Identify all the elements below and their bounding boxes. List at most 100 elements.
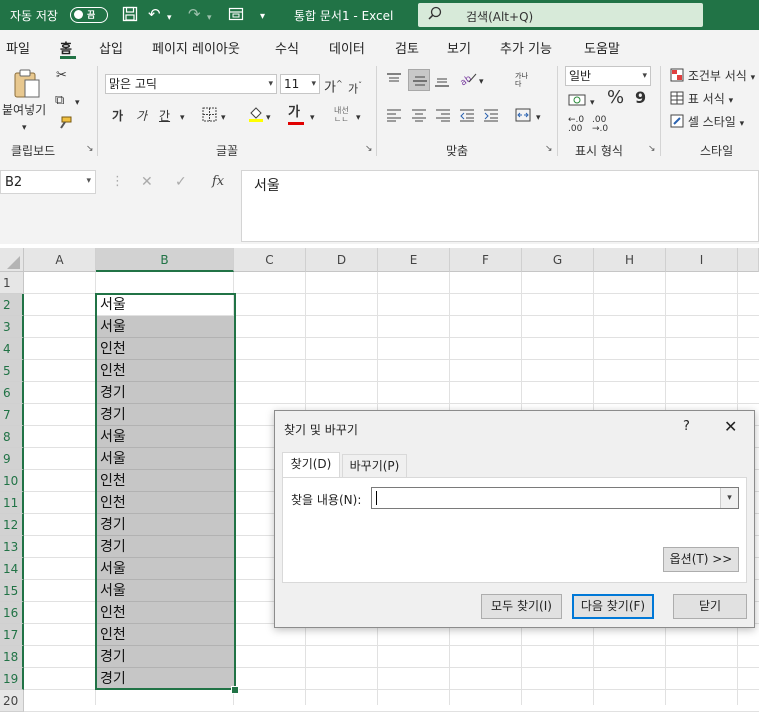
align-middle-icon[interactable] [408, 69, 430, 91]
column-header-b[interactable]: B [96, 248, 234, 272]
number-format-combo[interactable]: 일반 ▾ [565, 66, 651, 86]
search-box[interactable]: 검색(Alt+Q) [418, 3, 703, 27]
column-header-f[interactable]: F [450, 248, 522, 272]
copy-icon[interactable]: ⧉ [55, 93, 64, 109]
chevron-down-icon[interactable]: ▾ [720, 488, 738, 508]
row-header-9[interactable]: 9 [0, 448, 24, 470]
column-header-a[interactable]: A [24, 248, 96, 272]
comma-button[interactable]: 9 [635, 90, 646, 106]
row-header-12[interactable]: 12 [0, 514, 24, 536]
increase-decimal-button[interactable]: ←.0.00 [568, 116, 584, 134]
row-header-16[interactable]: 16 [0, 602, 24, 624]
align-top-icon[interactable] [386, 72, 402, 93]
font-size-combo[interactable]: 11 ▾ [280, 74, 320, 94]
tab-formulas[interactable]: 수식 [275, 38, 299, 57]
close-icon[interactable]: ✕ [724, 417, 737, 436]
fill-color-dropdown-icon[interactable]: ▾ [266, 110, 271, 126]
tab-file[interactable]: 파일 [6, 38, 30, 57]
tab-data[interactable]: 데이터 [329, 38, 365, 57]
font-color-dropdown-icon[interactable]: ▾ [310, 110, 315, 126]
tab-find[interactable]: 찾기(D) [282, 452, 340, 479]
tab-home[interactable]: 홈 [60, 38, 72, 57]
row-header-20[interactable]: 20 [0, 690, 24, 712]
tab-replace[interactable]: 바꾸기(P) [342, 454, 407, 478]
select-all-button[interactable] [0, 248, 24, 272]
fill-handle[interactable] [231, 686, 239, 694]
row-header-19[interactable]: 19 [0, 668, 24, 690]
fill-color-icon[interactable] [248, 105, 264, 128]
undo-dropdown-icon[interactable]: ▾ [167, 10, 172, 26]
find-all-button[interactable]: 모두 찾기(I) [481, 594, 562, 619]
increase-font-button[interactable]: 가^ [324, 76, 343, 96]
save-icon[interactable] [122, 6, 138, 25]
paste-dropdown-icon[interactable]: ▾ [22, 120, 27, 136]
decrease-indent-icon[interactable] [459, 108, 475, 127]
merge-center-icon[interactable] [515, 107, 531, 128]
help-icon[interactable]: ? [683, 419, 690, 434]
align-bottom-icon[interactable] [434, 72, 450, 93]
decrease-font-button[interactable]: 가ˇ [348, 78, 362, 98]
formula-input[interactable]: 서울 [241, 170, 759, 242]
number-launcher-icon[interactable]: ↘ [648, 144, 656, 154]
cell-b20[interactable] [96, 690, 234, 712]
row-header-15[interactable]: 15 [0, 580, 24, 602]
tab-addins[interactable]: 추가 기능 [500, 38, 552, 57]
format-as-table-button[interactable]: 표 서식 ▾ [670, 91, 733, 109]
paste-icon[interactable] [12, 68, 42, 105]
align-center-icon[interactable] [411, 108, 427, 127]
row-header-14[interactable]: 14 [0, 558, 24, 580]
cancel-entry-icon[interactable]: ✕ [141, 174, 153, 190]
phonetic-button[interactable]: 내선 ㄴㄴ [334, 106, 349, 124]
font-color-button[interactable]: 가 [288, 105, 304, 125]
cell-b1[interactable] [96, 272, 234, 294]
insert-function-icon[interactable]: fx [212, 174, 224, 189]
undo-icon[interactable]: ↶ [148, 6, 161, 22]
form-icon[interactable] [228, 6, 244, 25]
find-next-button[interactable]: 다음 찾기(F) [572, 594, 654, 619]
row-header-1[interactable]: 1 [0, 272, 24, 294]
row-header-4[interactable]: 4 [0, 338, 24, 360]
border-icon[interactable] [202, 107, 217, 127]
tab-insert[interactable]: 삽입 [99, 38, 123, 57]
column-header-i[interactable]: I [666, 248, 738, 272]
redo-icon[interactable]: ↷ [188, 6, 201, 22]
confirm-entry-icon[interactable]: ✓ [175, 174, 187, 190]
copy-dropdown-icon[interactable]: ▾ [75, 95, 80, 111]
decrease-decimal-button[interactable]: .00 →.0 [592, 116, 608, 134]
row-header-11[interactable]: 11 [0, 492, 24, 514]
customize-qat-icon[interactable]: ▾ [260, 9, 265, 25]
find-what-input[interactable]: ▾ [371, 487, 739, 509]
font-launcher-icon[interactable]: ↘ [365, 144, 373, 154]
accounting-format-icon[interactable] [568, 93, 586, 112]
options-button[interactable]: 옵션(T) >> [663, 547, 739, 572]
phonetic-dropdown-icon[interactable]: ▾ [356, 110, 361, 126]
redo-dropdown-icon[interactable]: ▾ [207, 10, 212, 26]
row-header-5[interactable]: 5 [0, 360, 24, 382]
merge-dropdown-icon[interactable]: ▾ [536, 110, 541, 126]
tab-help[interactable]: 도움말 [584, 38, 620, 57]
column-header-h[interactable]: H [594, 248, 666, 272]
accounting-dropdown-icon[interactable]: ▾ [590, 95, 595, 111]
row-header-13[interactable]: 13 [0, 536, 24, 558]
tab-page-layout[interactable]: 페이지 레이아웃 [152, 38, 240, 57]
font-name-combo[interactable]: 맑은 고딕 ▾ [105, 74, 277, 94]
underline-dropdown-icon[interactable]: ▾ [180, 110, 185, 126]
increase-indent-icon[interactable] [483, 108, 499, 127]
underline-button[interactable]: 간 [159, 108, 170, 124]
column-header-e[interactable]: E [378, 248, 450, 272]
column-header-next[interactable] [738, 248, 759, 272]
row-header-8[interactable]: 8 [0, 426, 24, 448]
row-header-2[interactable]: 2 [0, 294, 24, 316]
align-left-icon[interactable] [386, 108, 402, 127]
column-header-d[interactable]: D [306, 248, 378, 272]
bold-button[interactable]: 가 [112, 108, 123, 124]
row-header-3[interactable]: 3 [0, 316, 24, 338]
row-header-17[interactable]: 17 [0, 624, 24, 646]
cut-icon[interactable]: ✂ [56, 68, 67, 84]
cell-styles-button[interactable]: 셀 스타일 ▾ [670, 114, 744, 132]
border-dropdown-icon[interactable]: ▾ [221, 110, 226, 126]
align-right-icon[interactable] [435, 108, 451, 127]
row-header-10[interactable]: 10 [0, 470, 24, 492]
clipboard-launcher-icon[interactable]: ↘ [86, 144, 94, 154]
row-header-7[interactable]: 7 [0, 404, 24, 426]
